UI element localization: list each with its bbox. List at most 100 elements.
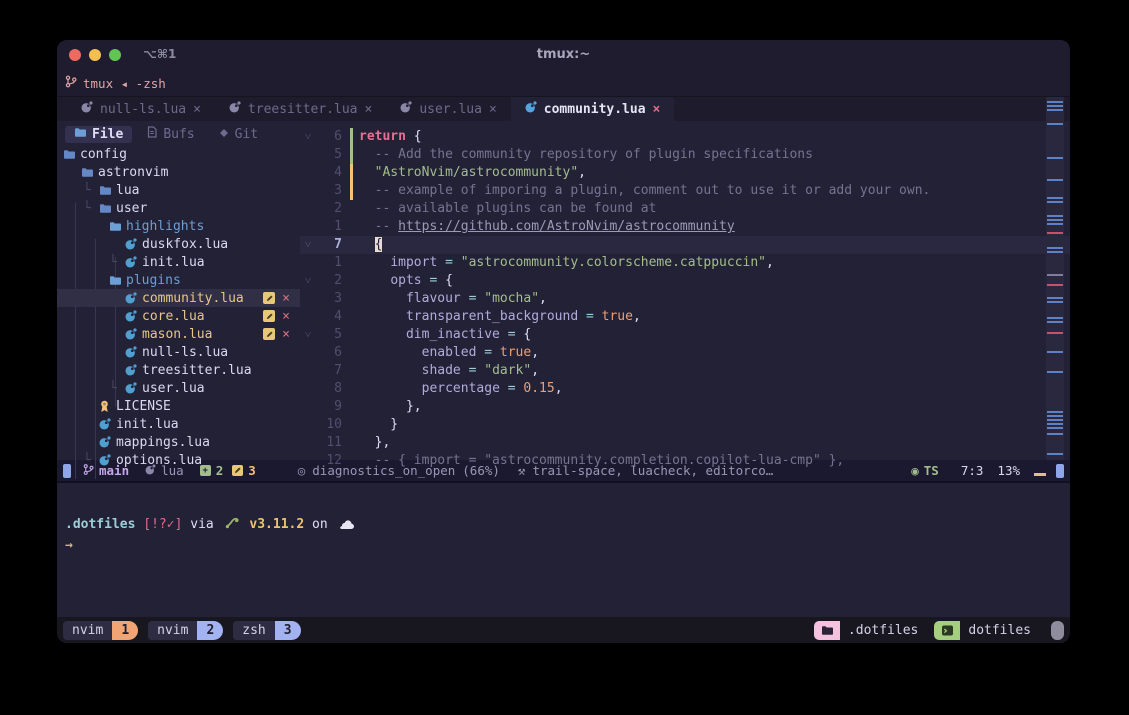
git-sign-column — [349, 200, 359, 218]
code-line[interactable]: 2 -- available plugins can be found at — [300, 200, 1070, 218]
git-sign-column — [349, 416, 359, 434]
scrollbar-minimap[interactable] — [1046, 97, 1064, 460]
tree-item-label: init.lua — [116, 417, 179, 432]
fold-marker — [300, 344, 316, 362]
tree-item-mason.lua[interactable]: mason.lua× — [57, 325, 300, 343]
code-line-current[interactable]: ˅7 { — [300, 236, 1070, 254]
code-line[interactable]: 6 enabled = true, — [300, 344, 1070, 362]
fold-marker[interactable]: ˅ — [300, 236, 316, 254]
line-number: 3 — [316, 182, 349, 200]
tree-item-core.lua[interactable]: core.lua× — [57, 307, 300, 325]
fold-marker — [300, 434, 316, 452]
fold-marker — [300, 362, 316, 380]
git-status-badges: × — [263, 328, 300, 341]
git-sign-column — [349, 254, 359, 272]
lua-icon — [125, 328, 142, 340]
tree-item-options.lua[interactable]: └options.lua — [57, 451, 300, 469]
code-line[interactable]: ˅6return { — [300, 128, 1070, 146]
git-sign-yellow — [350, 182, 353, 200]
close-buffer-icon[interactable]: × — [489, 102, 497, 117]
tree-item-plugins[interactable]: plugins — [57, 271, 300, 289]
bufferline: null-ls.lua×treesitter.lua×user.lua×comm… — [57, 97, 1070, 121]
code-editor[interactable]: ˅6return {5 -- Add the community reposit… — [300, 121, 1070, 460]
fold-marker[interactable]: ˅ — [300, 272, 316, 290]
git-sign-column — [349, 218, 359, 236]
tree-item-astronvim[interactable]: astronvim — [57, 163, 300, 181]
code-line[interactable]: 9 }, — [300, 398, 1070, 416]
code-text: -- https://github.com/AstroNvim/astrocom… — [359, 218, 1070, 236]
tree-item-mappings.lua[interactable]: mappings.lua — [57, 433, 300, 451]
code-line[interactable]: 11 }, — [300, 434, 1070, 452]
buffer-tab-label: null-ls.lua — [100, 102, 186, 117]
tree-item-init.lua[interactable]: └init.lua — [57, 253, 300, 271]
line-number: 4 — [316, 308, 349, 326]
shell-pane[interactable]: .dotfiles [!?✓] via v3.11.2 on → — [57, 483, 1070, 617]
code-line[interactable]: 10 } — [300, 416, 1070, 434]
tree-item-duskfox.lua[interactable]: duskfox.lua — [57, 235, 300, 253]
minimap-mark — [1047, 351, 1063, 353]
tree-elbow: └ — [83, 453, 99, 468]
close-buffer-icon[interactable]: × — [365, 102, 373, 117]
prompt-git-status: [!?✓] — [143, 517, 182, 532]
fold-marker[interactable]: ˅ — [300, 128, 316, 146]
sidebar-tab-file[interactable]: File — [65, 126, 132, 143]
tree-item-init.lua[interactable]: init.lua — [57, 415, 300, 433]
close-buffer-icon[interactable]: × — [653, 102, 661, 117]
code-line[interactable]: ˅2 opts = { — [300, 272, 1070, 290]
code-line[interactable]: 4 transparent_background = true, — [300, 308, 1070, 326]
tmux-window-2[interactable]: nvim2 — [148, 621, 223, 640]
tree-item-label: config — [80, 147, 127, 162]
code-line[interactable]: ˅5 dim_inactive = { — [300, 326, 1070, 344]
code-line[interactable]: 4 "AstroNvim/astrocommunity", — [300, 164, 1070, 182]
tree-item-null-ls.lua[interactable]: null-ls.lua — [57, 343, 300, 361]
buffer-tab-label: user.lua — [419, 102, 482, 117]
tree-item-user.lua[interactable]: └user.lua — [57, 379, 300, 397]
line-number: 6 — [316, 128, 349, 146]
tree-item-treesitter.lua[interactable]: treesitter.lua — [57, 361, 300, 379]
code-line[interactable]: 3 -- example of imporing a plugin, comme… — [300, 182, 1070, 200]
code-text: -- { import = "astrocommunity.completion… — [359, 452, 1070, 470]
code-line[interactable]: 7 shade = "dark", — [300, 362, 1070, 380]
minimap-mark — [1047, 415, 1063, 417]
code-line[interactable]: 1 -- https://github.com/AstroNvim/astroc… — [300, 218, 1070, 236]
minimap-mark — [1047, 223, 1063, 225]
buffer-tab-community.lua[interactable]: community.lua × — [511, 97, 675, 121]
fold-marker — [300, 398, 316, 416]
tree-item-config[interactable]: config — [57, 145, 300, 163]
tree-item-community.lua[interactable]: community.lua× — [57, 289, 300, 307]
git-sign-column — [349, 272, 359, 290]
tree-item-LICENSE[interactable]: LICENSE — [57, 397, 300, 415]
code-line[interactable]: 1 import = "astrocommunity.colorscheme.c… — [300, 254, 1070, 272]
close-buffer-icon[interactable]: × — [193, 102, 201, 117]
buffer-tab-label: community.lua — [544, 102, 646, 117]
sidebar-tab-bufs[interactable]: Bufs — [138, 125, 203, 143]
tree-item-lua[interactable]: └lua — [57, 181, 300, 199]
minimap-mark — [1047, 215, 1063, 217]
tmux-session-tab[interactable]: tmux ◂ -zsh — [65, 75, 166, 91]
code-line[interactable]: 3 flavour = "mocha", — [300, 290, 1070, 308]
buffer-tab-null-ls.lua[interactable]: null-ls.lua × — [67, 97, 215, 121]
tmux-window-3[interactable]: zsh3 — [233, 621, 300, 640]
folder-icon — [109, 275, 126, 286]
git-sign-column — [349, 326, 359, 344]
fold-marker — [300, 146, 316, 164]
tmux-window-1[interactable]: nvim1 — [63, 621, 138, 640]
code-text: transparent_background = true, — [359, 308, 1070, 326]
tree-item-user[interactable]: └user — [57, 199, 300, 217]
minimap-mark — [1047, 201, 1063, 203]
buffer-tab-user.lua[interactable]: user.lua × — [386, 97, 510, 121]
tree-item-highlights[interactable]: highlights — [57, 217, 300, 235]
lua-icon — [125, 382, 142, 394]
minimap-mark — [1047, 427, 1063, 429]
buffer-tab-treesitter.lua[interactable]: treesitter.lua× — [215, 97, 386, 121]
lua-icon — [99, 436, 116, 448]
code-line[interactable]: 12 -- { import = "astrocommunity.complet… — [300, 452, 1070, 470]
fold-marker[interactable]: ˅ — [300, 326, 316, 344]
code-line[interactable]: 8 percentage = 0.15, — [300, 380, 1070, 398]
file-tree: configastronvim└lua└userhighlightsduskfo… — [57, 145, 300, 460]
prompt-arrow: → — [65, 538, 73, 553]
code-line[interactable]: 5 -- Add the community repository of plu… — [300, 146, 1070, 164]
sidebar-tab-git[interactable]: Git — [210, 126, 267, 143]
line-number: 6 — [316, 344, 349, 362]
git-sign-column — [349, 344, 359, 362]
